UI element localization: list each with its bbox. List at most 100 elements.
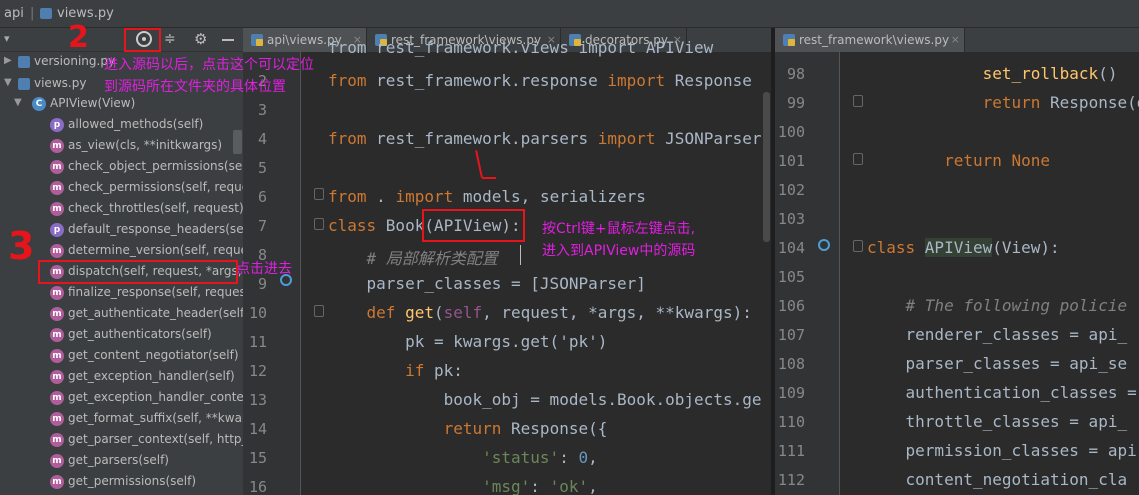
python-file-icon [251, 34, 263, 46]
tree-member[interactable]: m check_throttles(self, request) [0, 199, 243, 220]
tab-rest-framework-views-right[interactable]: rest_framework\views.py × [775, 28, 965, 52]
tree-member[interactable]: p allowed_methods(self) [0, 115, 243, 136]
left-editor-scrollbar[interactable] [762, 52, 771, 495]
tree-member[interactable]: m get_parsers(self) [0, 451, 243, 472]
tree-member[interactable]: m get_format_suffix(self, **kwarg [0, 409, 243, 430]
code-line[interactable]: # 局部解析类配置 [328, 245, 498, 269]
method-icon: m [50, 202, 64, 216]
tree-item-label: get_parser_context(self, http_r [68, 432, 243, 446]
code-line[interactable]: content_negotiation_cla [867, 470, 1128, 489]
tree-member[interactable]: m get_exception_handler(self) [0, 367, 243, 388]
method-icon: m [50, 286, 64, 300]
tree-item-label: check_object_permissions(self [68, 159, 243, 173]
line-number: 106 [777, 297, 805, 315]
close-icon[interactable]: × [951, 28, 960, 52]
method-icon: m [50, 244, 64, 258]
fold-marker-icon[interactable] [314, 188, 324, 200]
fold-marker-icon[interactable] [314, 218, 324, 230]
line-number: 108 [777, 355, 805, 373]
tree-member[interactable]: m get_parser_context(self, http_r [0, 430, 243, 451]
chevron-down-icon[interactable]: ▾ [4, 32, 10, 45]
code-line[interactable]: from rest_framework.views import APIView [328, 38, 713, 57]
code-line[interactable]: from rest_framework.parsers import JSONP… [328, 129, 762, 148]
code-line[interactable]: throttle_classes = api_ [867, 412, 1128, 431]
code-line[interactable]: parser_classes = api_se [867, 354, 1128, 373]
tree-member[interactable]: m as_view(cls, **initkwargs) [0, 136, 243, 157]
code-line[interactable]: pk = kwargs.get('pk') [328, 332, 607, 351]
collapse-icon[interactable]: ≑ [164, 31, 176, 47]
code-line[interactable]: 'status': 0, [328, 448, 598, 467]
gear-icon[interactable]: ⚙ [194, 30, 207, 48]
chevron-down-icon[interactable]: ▼ [4, 77, 12, 88]
line-number: 101 [777, 152, 805, 170]
code-line[interactable]: parser_classes = [JSONParser] [328, 274, 646, 293]
line-number: 104 [777, 239, 805, 257]
tree-member[interactable]: m check_permissions(self, reque [0, 178, 243, 199]
python-file-icon [18, 78, 30, 90]
code-line[interactable]: def get(self, request, *args, **kwargs): [328, 303, 752, 322]
fold-marker-icon[interactable] [853, 240, 863, 252]
project-toolbar: ▾ ≑ ⚙ [0, 28, 243, 52]
line-number: 107 [777, 326, 805, 344]
tree-member[interactable]: p default_response_headers(self) [0, 220, 243, 241]
method-icon: m [50, 391, 64, 405]
code-line[interactable]: if pk: [328, 361, 463, 380]
breadcrumb-item-api[interactable]: api [4, 6, 24, 21]
tree-member[interactable]: m determine_version(self, reques [0, 241, 243, 262]
step-number-2: 2 [68, 20, 89, 55]
tree-item-label: APIView(View) [50, 96, 136, 110]
fold-marker-icon[interactable] [853, 153, 863, 165]
code-line[interactable]: authentication_classes = [867, 383, 1137, 402]
tree-class-apiview[interactable]: ▼ C APIView(View) [0, 94, 243, 115]
tree-member[interactable]: m get_authenticators(self) [0, 325, 243, 346]
code-line[interactable]: return None [867, 151, 1050, 170]
minimize-icon[interactable] [222, 39, 234, 41]
tree-member[interactable]: m finalize_response(self, request [0, 283, 243, 304]
tree-item-label: get_permissions(self) [68, 474, 197, 488]
line-number: 100 [777, 123, 805, 141]
python-file-icon [40, 8, 52, 19]
code-line[interactable]: renderer_classes = api_ [867, 325, 1128, 344]
chevron-right-icon[interactable]: ▶ [4, 55, 12, 66]
tree-scrollbar-thumb[interactable] [233, 130, 242, 154]
implemented-marker-icon[interactable] [818, 239, 830, 251]
python-file-icon [18, 56, 30, 68]
line-number: 109 [777, 384, 805, 402]
code-line[interactable]: book_obj = models.Book.objects.ge [328, 390, 762, 409]
method-icon: m [50, 139, 64, 153]
breadcrumb-separator: | [30, 6, 35, 21]
code-line[interactable]: from . import models, serializers [328, 187, 646, 206]
code-line[interactable]: from rest_framework.response import Resp… [328, 71, 752, 90]
breadcrumb-item-views[interactable]: views.py [57, 6, 114, 21]
code-line[interactable]: return Response(data [867, 93, 1139, 112]
code-line[interactable]: # The following policie [867, 296, 1128, 315]
tree-item-label: default_response_headers(self) [68, 222, 243, 236]
code-line[interactable]: 'msg': 'ok', [328, 477, 598, 495]
tree-member[interactable]: m get_permissions(self) [0, 472, 243, 493]
tree-member[interactable]: m get_content_negotiator(self) [0, 346, 243, 367]
code-line[interactable]: class APIView(View): [867, 238, 1060, 257]
line-number: 103 [777, 210, 805, 228]
property-icon: p [50, 118, 64, 132]
text-caret [520, 245, 521, 265]
tree-item-label: get_exception_handler_context [68, 390, 243, 404]
line-number: 111 [777, 442, 805, 460]
code-line[interactable]: return Response({ [328, 419, 608, 438]
code-line[interactable]: set_rollback() [867, 64, 1118, 83]
scrollbar-thumb[interactable] [763, 92, 770, 242]
arrow-mark [482, 177, 496, 179]
fold-marker-icon[interactable] [314, 305, 324, 317]
code-line[interactable]: permission_classes = api [867, 441, 1137, 460]
dispatch-highlight-box [38, 260, 238, 284]
chevron-down-icon[interactable]: ▼ [14, 97, 22, 108]
tree-item-label: get_exception_handler(self) [68, 369, 235, 383]
line-number: 7 [257, 217, 267, 235]
locate-note-line-2: 到源码所在文件夹的具体位置 [104, 79, 286, 95]
tree-member[interactable]: m check_object_permissions(self [0, 157, 243, 178]
tree-item-label: views.py [34, 76, 87, 90]
fold-marker-icon[interactable] [853, 95, 863, 107]
method-icon: m [50, 328, 64, 342]
tree-member[interactable]: m get_exception_handler_context [0, 388, 243, 409]
tree-member[interactable]: m get_authenticate_header(self, r [0, 304, 243, 325]
tree-item-label: get_format_suffix(self, **kwarg [68, 411, 243, 425]
